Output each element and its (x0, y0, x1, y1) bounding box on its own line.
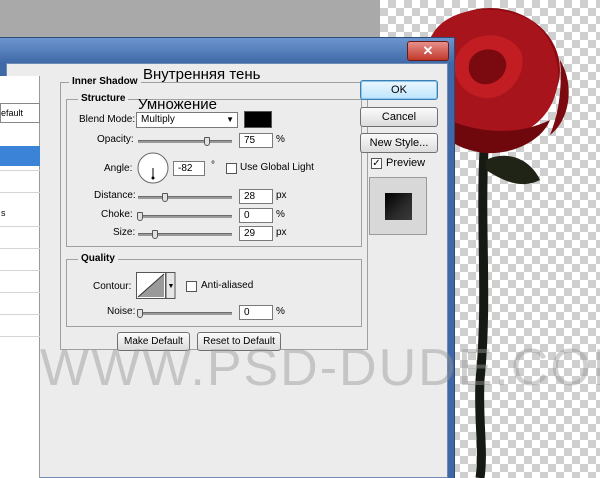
list-divider (0, 248, 40, 249)
list-divider (0, 336, 40, 337)
blend-mode-label: Blend Mode: (79, 114, 136, 125)
list-divider (0, 292, 40, 293)
distance-label: Distance: (94, 190, 136, 201)
contour-label: Contour: (93, 281, 132, 292)
noise-input[interactable]: 0 (239, 305, 273, 320)
new-style-button[interactable]: New Style... (360, 133, 438, 153)
checkmark-icon: ✓ (372, 158, 381, 169)
preview-box (369, 177, 427, 235)
list-divider (0, 170, 40, 171)
distance-unit: px (276, 190, 287, 201)
use-global-light-checkbox[interactable] (226, 163, 237, 174)
russian-multiply-caption: Умножение (138, 96, 218, 113)
angle-input[interactable]: -82 (173, 161, 205, 176)
site-watermark: WWW.PSD-DUDE.COM (40, 339, 600, 397)
noise-label: Noise: (107, 306, 136, 317)
noise-unit: % (276, 306, 285, 317)
distance-slider-track[interactable] (138, 196, 232, 199)
list-divider (0, 314, 40, 315)
chevron-down-icon: ▼ (168, 283, 175, 290)
angle-label: Angle: (104, 163, 133, 174)
anti-aliased-checkbox[interactable] (186, 281, 197, 292)
list-divider (0, 270, 40, 271)
chevron-down-icon: ▼ (226, 115, 234, 124)
structure-title: Structure (78, 93, 129, 104)
selected-style-item[interactable] (0, 146, 40, 166)
preview-checkbox[interactable]: ✓ (371, 158, 382, 169)
styles-list-panel (0, 76, 40, 478)
distance-slider-thumb[interactable] (162, 193, 168, 202)
size-slider-thumb[interactable] (152, 230, 158, 239)
dialog-titlebar[interactable] (0, 38, 454, 63)
default-style-item[interactable]: efault (0, 103, 40, 123)
preview-label: Preview (386, 157, 426, 169)
close-icon: ✕ (422, 43, 434, 58)
noise-slider-thumb[interactable] (137, 309, 143, 318)
opacity-slider-thumb[interactable] (204, 137, 210, 146)
size-label: Size: (113, 227, 136, 238)
close-button[interactable]: ✕ (407, 41, 449, 61)
list-divider (0, 192, 40, 193)
size-input[interactable]: 29 (239, 226, 273, 241)
noise-slider-track[interactable] (138, 312, 232, 315)
shadow-color-swatch[interactable] (244, 111, 272, 128)
choke-unit: % (276, 209, 285, 220)
opacity-label: Opacity: (97, 134, 134, 145)
size-unit: px (276, 227, 287, 238)
cancel-button[interactable]: Cancel (360, 107, 438, 127)
choke-label: Choke: (101, 209, 133, 220)
angle-unit: ° (211, 160, 215, 171)
opacity-input[interactable]: 75 (239, 133, 273, 148)
use-global-light-label: Use Global Light (240, 162, 314, 173)
inner-shadow-title: Inner Shadow (69, 76, 141, 87)
distance-input[interactable]: 28 (239, 189, 273, 204)
choke-slider-thumb[interactable] (137, 212, 143, 221)
list-divider (0, 226, 40, 227)
ok-button[interactable]: OK (360, 80, 438, 100)
anti-aliased-label: Anti-aliased (201, 280, 254, 291)
blend-mode-value: Multiply (141, 114, 175, 125)
angle-dial[interactable] (136, 151, 170, 185)
contour-picker[interactable]: ▼ (136, 272, 176, 299)
opacity-slider-track[interactable] (138, 140, 232, 143)
choke-slider-track[interactable] (138, 215, 232, 218)
quality-title: Quality (78, 253, 118, 264)
blend-mode-select[interactable]: Multiply ▼ (136, 112, 238, 128)
list-item[interactable]: s (1, 208, 6, 218)
choke-input[interactable]: 0 (239, 208, 273, 223)
preview-swatch (385, 193, 412, 220)
opacity-unit: % (276, 134, 285, 145)
russian-inner-shadow-caption: Внутренняя тень (143, 66, 261, 83)
